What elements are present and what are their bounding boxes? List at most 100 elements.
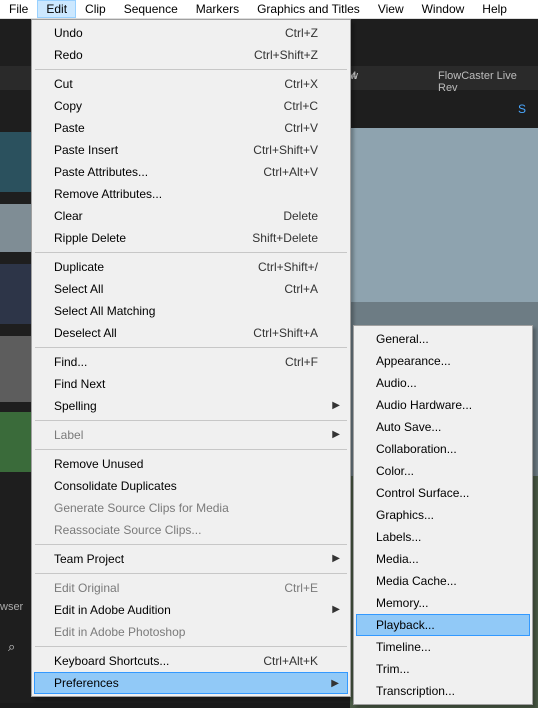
panel-tab[interactable]: FlowCaster Live Rev	[438, 70, 538, 94]
menu-window[interactable]: Window	[413, 0, 474, 18]
menu-edit-in-audition[interactable]: Edit in Adobe Audition ▶	[34, 599, 348, 621]
menu-item-shortcut: Ctrl+Shift+/	[258, 260, 318, 274]
pref-control-surface[interactable]: Control Surface...	[356, 482, 530, 504]
menu-item-label: General...	[376, 332, 500, 346]
pref-playback[interactable]: Playback...	[356, 614, 530, 636]
menu-paste-attributes[interactable]: Paste Attributes... Ctrl+Alt+V	[34, 161, 348, 183]
search-icon[interactable]: ⌕	[8, 639, 15, 655]
menu-copy[interactable]: Copy Ctrl+C	[34, 95, 348, 117]
menu-undo[interactable]: Undo Ctrl+Z	[34, 22, 348, 44]
menu-clear[interactable]: Clear Delete	[34, 205, 348, 227]
menu-keyboard-shortcuts[interactable]: Keyboard Shortcuts... Ctrl+Alt+K	[34, 650, 348, 672]
menu-item-label: Keyboard Shortcuts...	[54, 654, 263, 668]
submenu-arrow-icon: ▶	[332, 604, 340, 615]
menu-edit[interactable]: Edit	[37, 0, 76, 18]
menu-separator	[35, 420, 347, 421]
pref-timeline[interactable]: Timeline...	[356, 636, 530, 658]
preferences-submenu: General... Appearance... Audio... Audio …	[353, 325, 533, 705]
menu-item-label: Consolidate Duplicates	[54, 479, 318, 493]
menubar: File Edit Clip Sequence Markers Graphics…	[0, 0, 538, 19]
submenu-arrow-icon: ▶	[331, 678, 339, 689]
menu-item-label: Clear	[54, 209, 283, 223]
menu-ripple-delete[interactable]: Ripple Delete Shift+Delete	[34, 227, 348, 249]
menu-file[interactable]: File	[0, 0, 37, 18]
menu-paste[interactable]: Paste Ctrl+V	[34, 117, 348, 139]
menu-view[interactable]: View	[369, 0, 413, 18]
pref-memory[interactable]: Memory...	[356, 592, 530, 614]
menu-markers[interactable]: Markers	[187, 0, 248, 18]
menu-find[interactable]: Find... Ctrl+F	[34, 351, 348, 373]
menu-item-label: Preferences	[54, 676, 318, 690]
menu-redo[interactable]: Redo Ctrl+Shift+Z	[34, 44, 348, 66]
pref-trim[interactable]: Trim...	[356, 658, 530, 680]
menu-item-shortcut: Ctrl+F	[285, 355, 318, 369]
menu-sequence[interactable]: Sequence	[115, 0, 187, 18]
menu-item-label: Paste Attributes...	[54, 165, 263, 179]
menu-graphics-titles[interactable]: Graphics and Titles	[248, 0, 369, 18]
menu-clip[interactable]: Clip	[76, 0, 115, 18]
pref-audio-hardware[interactable]: Audio Hardware...	[356, 394, 530, 416]
menu-item-label: Label	[54, 428, 318, 442]
menu-item-label: Auto Save...	[376, 420, 500, 434]
menu-item-label: Find...	[54, 355, 285, 369]
pref-color[interactable]: Color...	[356, 460, 530, 482]
pref-collaboration[interactable]: Collaboration...	[356, 438, 530, 460]
menu-cut[interactable]: Cut Ctrl+X	[34, 73, 348, 95]
menu-preferences[interactable]: Preferences ▶	[34, 672, 348, 694]
menu-item-label: Trim...	[376, 662, 500, 676]
menu-item-label: Spelling	[54, 399, 318, 413]
pref-transcription[interactable]: Transcription...	[356, 680, 530, 702]
menu-item-label: Undo	[54, 26, 285, 40]
pref-graphics[interactable]: Graphics...	[356, 504, 530, 526]
menu-item-label: Find Next	[54, 377, 318, 391]
menu-item-shortcut: Ctrl+Shift+V	[253, 143, 318, 157]
menu-separator	[35, 69, 347, 70]
menu-separator	[35, 544, 347, 545]
menu-item-shortcut: Ctrl+Shift+A	[253, 326, 318, 340]
menu-item-label: Playback...	[376, 618, 500, 632]
menu-item-label: Control Surface...	[376, 486, 500, 500]
menu-remove-unused[interactable]: Remove Unused	[34, 453, 348, 475]
menu-item-shortcut: Ctrl+X	[284, 77, 318, 91]
pref-audio[interactable]: Audio...	[356, 372, 530, 394]
menu-item-label: Labels...	[376, 530, 500, 544]
pref-media[interactable]: Media...	[356, 548, 530, 570]
menu-paste-insert[interactable]: Paste Insert Ctrl+Shift+V	[34, 139, 348, 161]
menu-item-label: Reassociate Source Clips...	[54, 523, 318, 537]
menu-item-label: Select All	[54, 282, 284, 296]
panel-tab-label: w	[350, 70, 358, 82]
menu-item-shortcut: Ctrl+A	[284, 282, 318, 296]
menu-item-shortcut: Ctrl+Alt+V	[263, 165, 318, 179]
menu-help[interactable]: Help	[473, 0, 516, 18]
pref-general[interactable]: General...	[356, 328, 530, 350]
menu-generate-source-clips: Generate Source Clips for Media	[34, 497, 348, 519]
menu-remove-attributes[interactable]: Remove Attributes...	[34, 183, 348, 205]
menu-separator	[35, 252, 347, 253]
pref-auto-save[interactable]: Auto Save...	[356, 416, 530, 438]
menu-item-label: Team Project	[54, 552, 318, 566]
menu-item-label: Media Cache...	[376, 574, 500, 588]
menu-spelling[interactable]: Spelling ▶	[34, 395, 348, 417]
menu-item-label: Copy	[54, 99, 284, 113]
pref-appearance[interactable]: Appearance...	[356, 350, 530, 372]
menu-select-all-matching[interactable]: Select All Matching	[34, 300, 348, 322]
menu-find-next[interactable]: Find Next	[34, 373, 348, 395]
menu-item-shortcut: Ctrl+Shift+Z	[254, 48, 318, 62]
menu-item-label: Edit in Adobe Audition	[54, 603, 318, 617]
menu-item-label: Cut	[54, 77, 284, 91]
menu-item-label: Timeline...	[376, 640, 500, 654]
menu-separator	[35, 347, 347, 348]
menu-item-label: Media...	[376, 552, 500, 566]
menu-item-shortcut: Delete	[283, 209, 318, 223]
menu-edit-original: Edit Original Ctrl+E	[34, 577, 348, 599]
pref-media-cache[interactable]: Media Cache...	[356, 570, 530, 592]
menu-duplicate[interactable]: Duplicate Ctrl+Shift+/	[34, 256, 348, 278]
menu-consolidate-duplicates[interactable]: Consolidate Duplicates	[34, 475, 348, 497]
menu-item-label: Ripple Delete	[54, 231, 252, 245]
menu-team-project[interactable]: Team Project ▶	[34, 548, 348, 570]
pref-labels[interactable]: Labels...	[356, 526, 530, 548]
menu-select-all[interactable]: Select All Ctrl+A	[34, 278, 348, 300]
menu-item-label: Transcription...	[376, 684, 500, 698]
menu-item-label: Memory...	[376, 596, 500, 610]
menu-deselect-all[interactable]: Deselect All Ctrl+Shift+A	[34, 322, 348, 344]
